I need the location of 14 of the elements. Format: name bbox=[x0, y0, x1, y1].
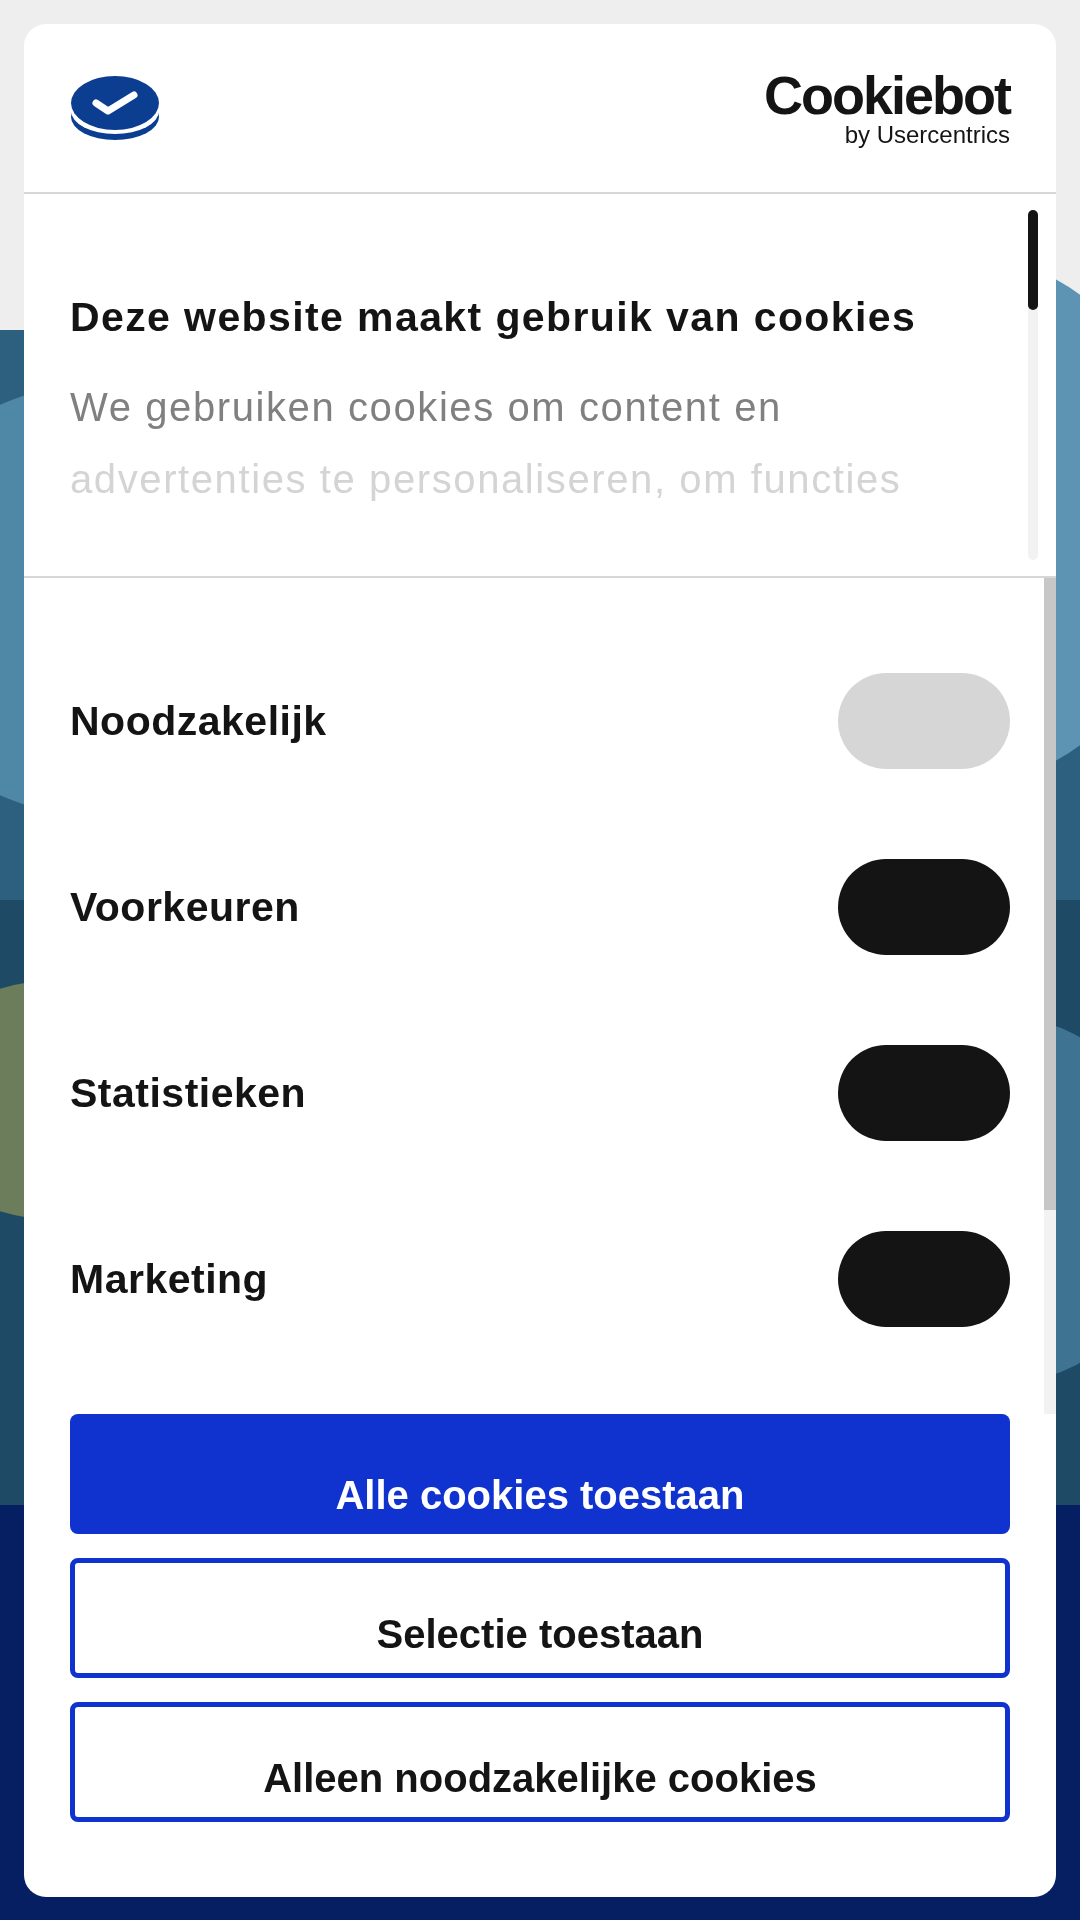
accept-all-button[interactable]: Alle cookies toestaan bbox=[70, 1414, 1010, 1534]
category-label: Statistieken bbox=[70, 1069, 307, 1117]
category-label: Noodzakelijk bbox=[70, 697, 327, 745]
brand-tagline: by Usercentrics bbox=[844, 121, 1010, 149]
coin-check-icon bbox=[70, 75, 160, 141]
category-label: Marketing bbox=[70, 1255, 269, 1303]
brand-logo: Cookiebot bbox=[764, 67, 1010, 122]
category-label: Voorkeuren bbox=[70, 883, 300, 931]
scrollbar[interactable] bbox=[1044, 578, 1056, 1414]
consent-button[interactable]: Alleen noodzakelijke cookies bbox=[70, 1702, 1010, 1822]
scrollbar[interactable] bbox=[1028, 210, 1038, 560]
dialog-title: Deze website maakt gebruik van cookies bbox=[70, 294, 918, 341]
consent-button[interactable]: Selectie toestaan bbox=[70, 1558, 1010, 1678]
description-line: We gebruiken cookies om content en bbox=[70, 384, 783, 431]
